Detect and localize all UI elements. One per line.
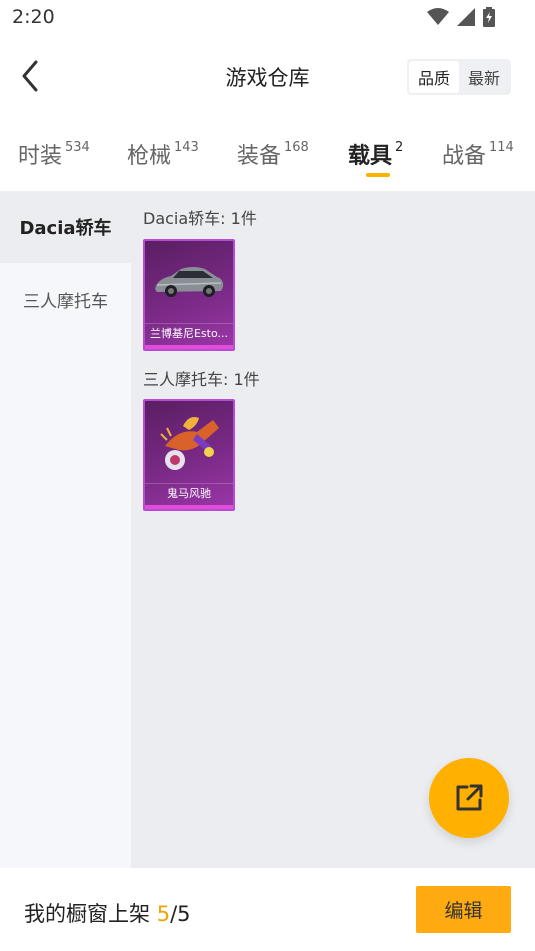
category-tabs: 时装 534 枪械 143 装备 168 载具 2 战备 114	[0, 128, 535, 182]
tab-label: 载具	[348, 144, 393, 169]
battery-icon	[483, 7, 495, 27]
shelf-capacity: 5	[177, 902, 191, 926]
share-icon	[456, 784, 483, 811]
wifi-icon	[427, 8, 449, 25]
tab-count: 168	[284, 140, 309, 155]
shelved-count: 5	[156, 902, 171, 926]
group-title: Dacia轿车: 1件	[143, 209, 257, 228]
showcase-status: 我的橱窗上架 5/5	[24, 898, 191, 928]
tab-equipment[interactable]: 装备 168	[237, 138, 309, 170]
tab-count: 114	[489, 140, 514, 155]
item-name: 鬼马风驰	[145, 483, 233, 503]
sidebar-item-trike[interactable]: 三人摩托车	[0, 263, 131, 335]
tab-supplies[interactable]: 战备 114	[442, 138, 514, 170]
item-name: 兰博基尼Esto...	[145, 323, 233, 343]
group-title: 三人摩托车: 1件	[143, 370, 260, 389]
rarity-bar	[145, 505, 233, 509]
header: 游戏仓库 品质 最新	[0, 48, 535, 106]
tab-fashion[interactable]: 时装 534	[18, 138, 90, 170]
active-tab-indicator	[366, 173, 390, 177]
status-bar: 2:20	[0, 0, 535, 36]
rarity-bar	[145, 345, 233, 349]
showcase-footer: 我的橱窗上架 5/5 编辑	[0, 868, 535, 951]
sort-by-newest-button[interactable]: 最新	[459, 61, 509, 93]
tab-label: 装备	[237, 144, 282, 169]
signal-icon	[457, 8, 475, 26]
sort-toggle: 品质 最新	[407, 59, 511, 95]
edit-button[interactable]: 编辑	[416, 886, 511, 933]
motorcycle-icon	[145, 401, 233, 481]
showcase-label: 我的橱窗上架	[24, 902, 150, 926]
item-card[interactable]: 鬼马风驰	[143, 399, 235, 511]
sidebar-item-dacia[interactable]: Dacia轿车	[0, 191, 131, 263]
tab-vehicles[interactable]: 载具 2	[348, 138, 403, 170]
tab-label: 战备	[442, 144, 487, 169]
tab-count: 2	[395, 140, 404, 155]
status-icons	[427, 7, 495, 27]
tab-count: 143	[174, 140, 199, 155]
status-time: 2:20	[12, 6, 55, 28]
sports-car-icon	[145, 241, 233, 321]
sort-by-quality-button[interactable]: 品质	[409, 61, 459, 93]
tab-label: 枪械	[127, 144, 172, 169]
tab-weapons[interactable]: 枪械 143	[127, 138, 199, 170]
share-button[interactable]	[429, 758, 509, 838]
item-card[interactable]: 兰博基尼Esto...	[143, 239, 235, 351]
tab-label: 时装	[18, 144, 63, 169]
vehicle-type-sidebar: Dacia轿车 三人摩托车	[0, 191, 131, 868]
tab-count: 534	[65, 140, 90, 155]
